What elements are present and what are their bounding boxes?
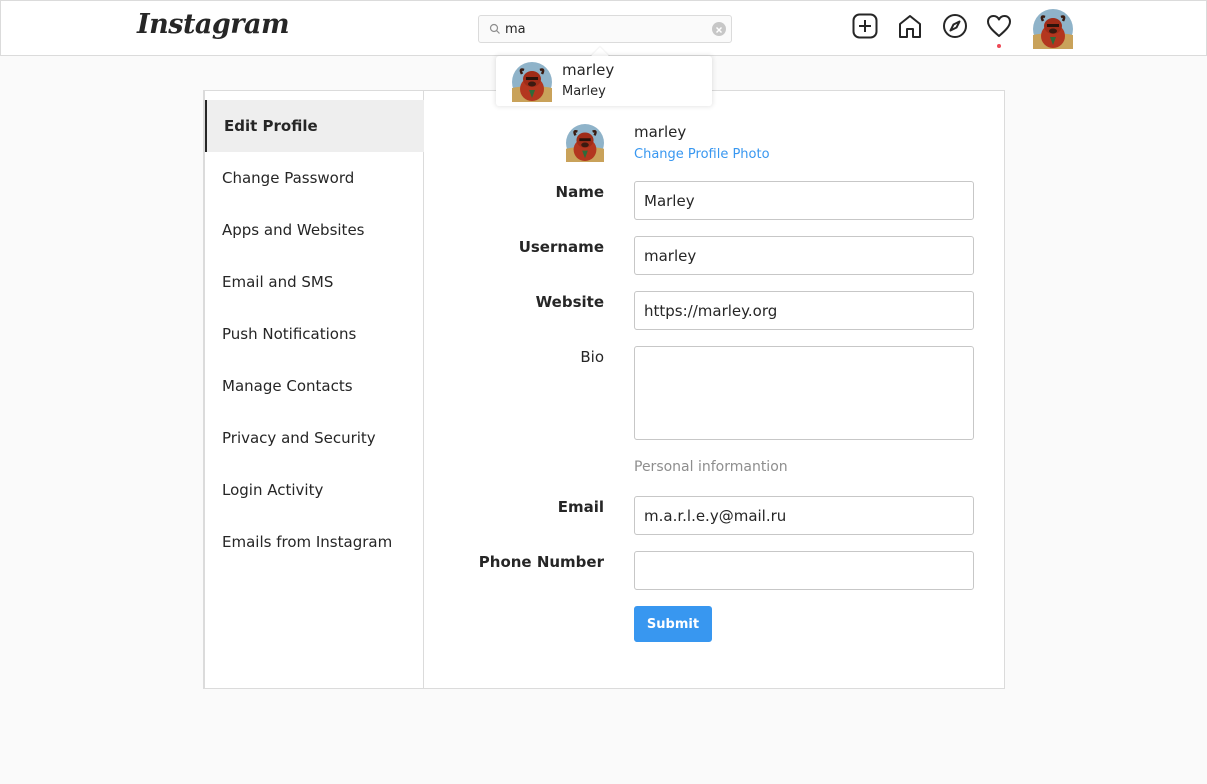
result-full-name: Marley xyxy=(562,84,606,99)
sidebar-item-manage-contacts[interactable]: Manage Contacts xyxy=(205,360,424,412)
home-icon[interactable] xyxy=(897,13,923,39)
sidebar-item-privacy-security[interactable]: Privacy and Security xyxy=(205,412,424,464)
website-label: Website xyxy=(535,293,604,311)
top-navbar: Instagram xyxy=(0,0,1207,56)
sidebar-item-change-password[interactable]: Change Password xyxy=(205,152,424,204)
username-label: Username xyxy=(518,238,604,256)
profile-photo[interactable] xyxy=(566,124,604,162)
instagram-logo[interactable]: Instagram xyxy=(137,9,290,40)
sidebar-item-login-activity[interactable]: Login Activity xyxy=(205,464,424,516)
sidebar-item-email-sms[interactable]: Email and SMS xyxy=(205,256,424,308)
search-input[interactable] xyxy=(505,19,705,39)
phone-field[interactable] xyxy=(634,551,974,590)
submit-button[interactable]: Submit xyxy=(634,606,712,642)
search-box[interactable] xyxy=(478,15,732,43)
settings-sidebar: Edit Profile Change Password Apps and We… xyxy=(204,91,424,688)
result-avatar xyxy=(512,62,552,102)
email-field[interactable] xyxy=(634,496,974,535)
name-field[interactable] xyxy=(634,181,974,220)
phone-label: Phone Number xyxy=(478,553,604,571)
search-result-item[interactable]: marley Marley xyxy=(496,56,712,106)
new-post-icon[interactable] xyxy=(852,13,878,39)
bio-label: Bio xyxy=(580,348,604,366)
search-icon xyxy=(489,23,500,34)
profile-avatar[interactable] xyxy=(1033,9,1073,49)
activity-heart-icon[interactable] xyxy=(986,13,1012,39)
change-profile-photo-link[interactable]: Change Profile Photo xyxy=(634,147,770,162)
username-field[interactable] xyxy=(634,236,974,275)
edit-profile-form: marley Change Profile Photo Name Usernam… xyxy=(424,91,1004,688)
email-label: Email xyxy=(557,498,604,516)
personal-info-heading: Personal informantion xyxy=(634,459,788,475)
website-field[interactable] xyxy=(634,291,974,330)
explore-icon[interactable] xyxy=(942,13,968,39)
sidebar-item-edit-profile[interactable]: Edit Profile xyxy=(205,100,424,152)
name-label: Name xyxy=(555,183,604,201)
settings-panel: Edit Profile Change Password Apps and We… xyxy=(203,90,1005,689)
clear-search-icon[interactable] xyxy=(712,22,726,36)
profile-username: marley xyxy=(634,123,687,141)
bio-field[interactable] xyxy=(634,346,974,440)
sidebar-item-emails-instagram[interactable]: Emails from Instagram xyxy=(205,516,424,568)
result-username: marley xyxy=(562,61,615,79)
notification-dot xyxy=(997,44,1001,48)
sidebar-item-apps-websites[interactable]: Apps and Websites xyxy=(205,204,424,256)
sidebar-item-push-notifications[interactable]: Push Notifications xyxy=(205,308,424,360)
